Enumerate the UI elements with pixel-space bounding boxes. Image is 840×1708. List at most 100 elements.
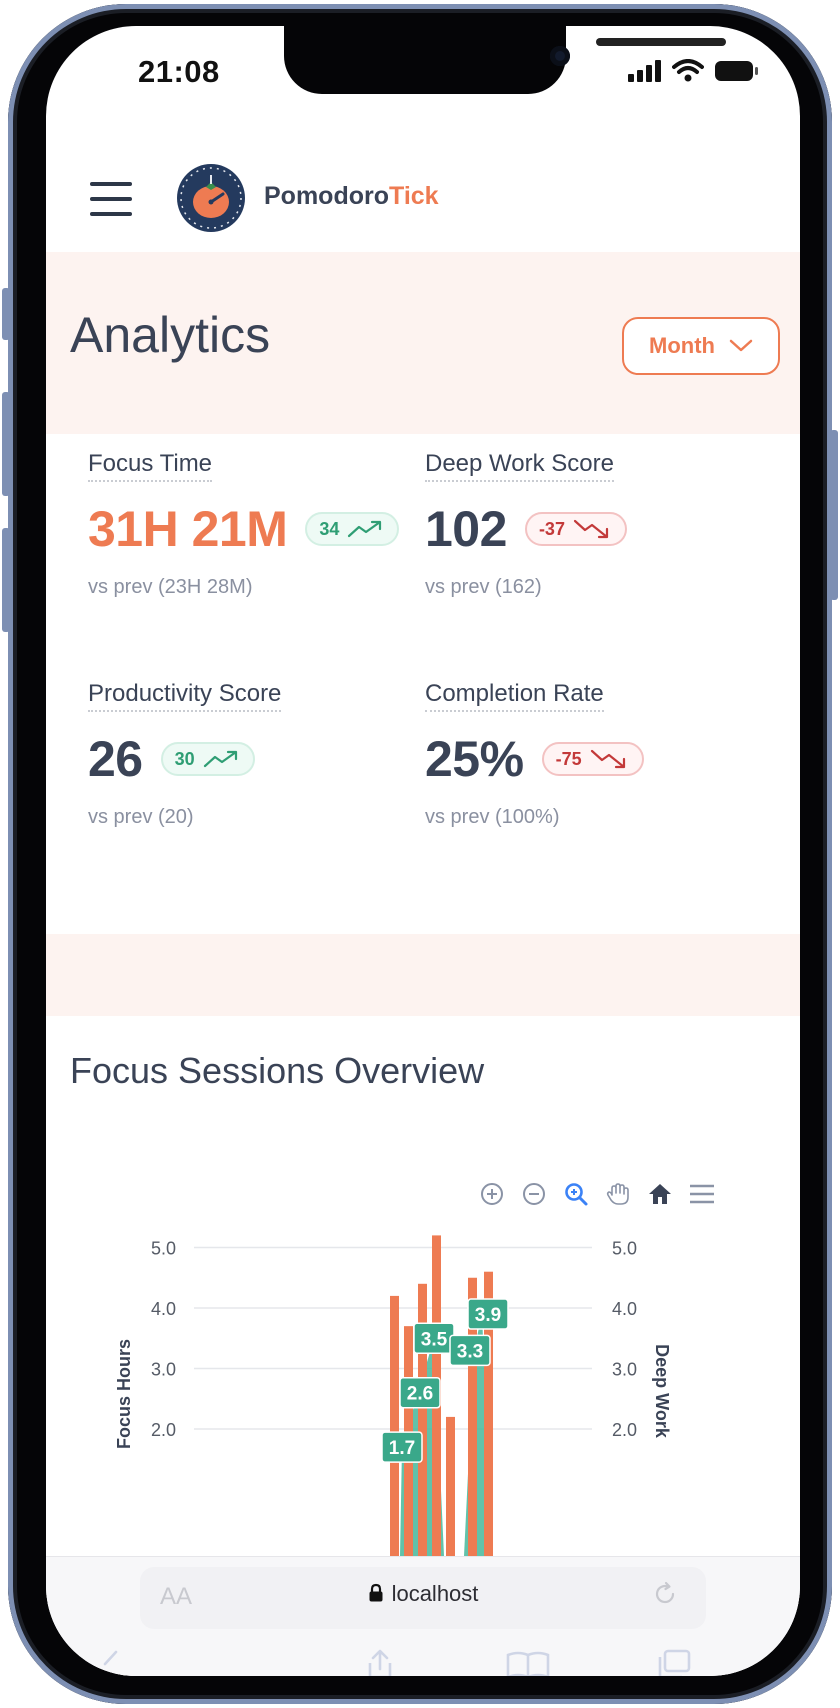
trend-badge-up: 34	[305, 512, 400, 546]
y-axis-ticks: 6.05.04.03.02.0	[151, 1239, 176, 1441]
trend-delta: 30	[174, 748, 195, 769]
data-label-text: 3.3	[457, 1341, 483, 1362]
pan-button[interactable]	[602, 1178, 634, 1210]
safari-bar: AA localhost	[46, 1556, 800, 1676]
stat-card-deep-work-score: Deep Work Score 102 -37 vs prev (162)	[425, 450, 755, 599]
tabs-icon[interactable]	[656, 1649, 692, 1676]
front-camera	[550, 46, 570, 66]
focus-hours-bar	[390, 1295, 399, 1556]
data-label: 3.3	[449, 1334, 491, 1367]
y2-axis-label: Deep Work	[652, 1344, 672, 1439]
y2-tick-label: 2.0	[612, 1420, 637, 1440]
lock-icon	[369, 1583, 383, 1602]
selection-zoom-button[interactable]	[560, 1178, 592, 1210]
trend-delta: -37	[538, 518, 565, 539]
trend-badge-down: -75	[541, 742, 644, 776]
data-label: 1.7	[381, 1431, 423, 1463]
focus-hours-bar	[446, 1416, 455, 1556]
back-icon[interactable]	[96, 1649, 126, 1676]
y2-tick-label: 5.0	[612, 1239, 637, 1259]
zoom-out-button[interactable]	[518, 1178, 550, 1210]
trend-up-icon	[203, 750, 237, 768]
trend-down-icon	[590, 749, 625, 769]
zoom-out-icon	[523, 1183, 545, 1205]
reset-zoom-button[interactable]	[644, 1178, 676, 1210]
stat-card-productivity-score: Productivity Score 26 30 vs prev (20)	[88, 680, 418, 829]
stat-label: Productivity Score	[88, 680, 282, 712]
cellular-signal-icon	[628, 60, 661, 82]
hamburger-line	[90, 197, 132, 201]
trend-badge-up: 30	[160, 742, 255, 776]
url-text: localhost	[391, 1581, 479, 1606]
side-button-mute	[2, 288, 10, 340]
brand-name-accent: Tick	[389, 182, 439, 210]
chart-title: Focus Sessions Overview	[70, 1050, 485, 1091]
data-label: 3.9	[467, 1298, 509, 1330]
y-tick-label: 5.0	[151, 1239, 176, 1259]
y2-axis-ticks: 6.05.04.03.02.0	[612, 1239, 637, 1441]
stat-value: 25%	[425, 731, 524, 787]
share-icon[interactable]	[362, 1649, 398, 1676]
stat-card-focus-time: Focus Time 31H 21M 34 vs prev (23H 28M)	[88, 450, 418, 599]
trend-down-icon	[573, 519, 609, 539]
page-title: Analytics	[70, 307, 271, 363]
y-tick-label: 4.0	[151, 1299, 176, 1319]
side-button-volume-up	[2, 392, 10, 496]
stat-label: Completion Rate	[425, 680, 604, 712]
menu-icon	[690, 1184, 714, 1204]
stat-card-completion-rate: Completion Rate 25% -75 vs prev (100%)	[425, 680, 755, 829]
pan-hand-icon	[606, 1183, 629, 1205]
speaker	[596, 38, 726, 46]
trend-delta: 34	[319, 518, 340, 539]
url-display[interactable]: localhost	[46, 1581, 800, 1607]
pomodoro-logo-icon[interactable]	[176, 163, 246, 233]
period-select[interactable]: Month	[622, 317, 780, 375]
side-button-power	[830, 430, 838, 600]
stat-value: 31H 21M	[88, 501, 288, 557]
stat-value: 26	[88, 731, 143, 787]
stat-previous: vs prev (162)	[425, 576, 542, 598]
notch	[284, 26, 726, 94]
y-axis-label: Focus Hours	[114, 1339, 134, 1449]
data-label-text: 3.9	[475, 1305, 501, 1326]
stat-value: 102	[425, 501, 507, 557]
trend-up-icon	[348, 520, 382, 538]
hamburger-line	[90, 182, 132, 186]
stat-label: Focus Time	[88, 450, 213, 482]
selection-zoom-icon	[565, 1183, 588, 1206]
y-tick-label: 3.0	[151, 1360, 176, 1380]
battery-icon	[715, 61, 758, 81]
trend-badge-down: -37	[524, 512, 627, 546]
data-label-text: 1.7	[389, 1438, 415, 1459]
brand-name-main: Pomodoro	[264, 182, 389, 210]
chart-toolbar	[476, 1178, 718, 1210]
hamburger-menu-button[interactable]	[90, 182, 132, 216]
section-spacer	[46, 934, 800, 1016]
phone-screen: 21:08 PomodoroTick Analytics Month Focus…	[46, 26, 800, 1676]
data-label: 3.5	[413, 1322, 455, 1354]
stats-grid: Focus Time 31H 21M 34 vs prev (23H 28M) …	[46, 434, 800, 934]
data-label-text: 2.6	[407, 1384, 433, 1405]
zoom-in-icon	[481, 1183, 503, 1205]
status-icons	[628, 56, 760, 86]
stat-previous: vs prev (100%)	[425, 806, 560, 828]
side-button-volume-down	[2, 528, 10, 632]
brand-name[interactable]: PomodoroTick	[264, 182, 439, 211]
stat-label: Deep Work Score	[425, 450, 614, 482]
stat-previous: vs prev (20)	[88, 806, 194, 828]
focus-sessions-chart[interactable]: 1.72.63.53.33.9 6.05.04.03.02.0 6.05.04.…	[46, 1216, 800, 1556]
home-reset-icon	[649, 1184, 671, 1204]
trend-delta: -75	[555, 748, 582, 769]
status-time: 21:08	[138, 54, 220, 89]
wifi-icon	[672, 59, 704, 82]
data-label: 2.6	[399, 1376, 441, 1409]
y2-tick-label: 4.0	[612, 1299, 637, 1319]
analytics-hero: Analytics Month	[46, 252, 800, 434]
bookmarks-icon[interactable]	[506, 1649, 550, 1676]
zoom-in-button[interactable]	[476, 1178, 508, 1210]
app-header: PomodoroTick	[46, 124, 800, 253]
y-tick-label: 2.0	[151, 1420, 176, 1440]
period-select-value: Month	[649, 333, 715, 358]
reload-icon[interactable]	[650, 1579, 680, 1609]
chart-menu-button[interactable]	[686, 1178, 718, 1210]
